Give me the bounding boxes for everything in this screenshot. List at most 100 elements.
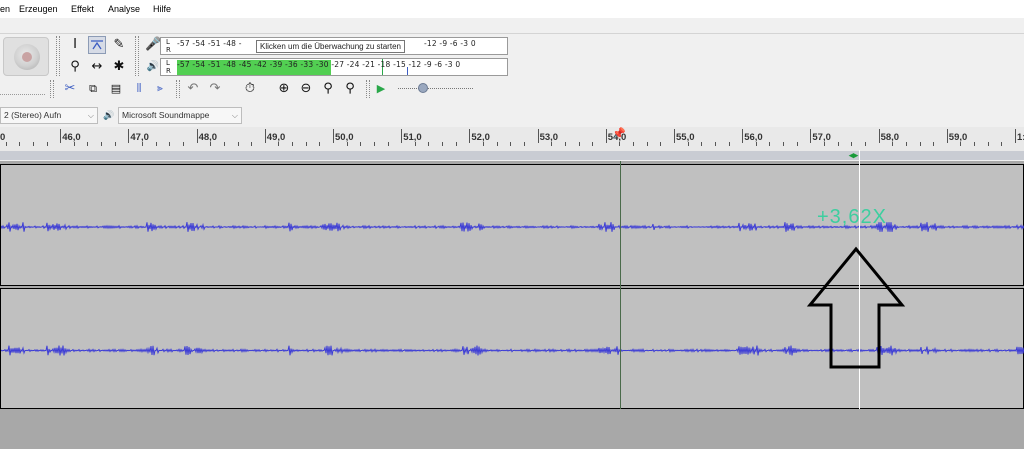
paste-icon[interactable]: ▤ [107, 80, 125, 98]
ruler-minor-tick [237, 142, 239, 146]
ruler-tick-label: 48,0 [198, 132, 218, 143]
ruler-minor-tick [169, 142, 171, 146]
ruler-minor-tick [292, 142, 294, 146]
speaker-icon: 🔊 [103, 111, 115, 121]
draw-tool-icon[interactable]: ✎ [110, 36, 128, 54]
ruler-minor-tick [864, 142, 866, 146]
redo-icon[interactable]: ↷ [206, 80, 224, 98]
ruler-minor-tick [455, 142, 457, 146]
ruler-minor-tick [346, 142, 348, 146]
ruler-minor-tick [974, 142, 976, 146]
channels-value: 2 (Stereo) Aufn [4, 110, 62, 120]
audacity-window: en Erzeugen Effekt Analyse Hilfe I ✎ ⚲ ↔… [0, 0, 1024, 449]
ruler-minor-tick [892, 142, 894, 146]
fit-project-icon[interactable]: ⚲ [341, 80, 359, 98]
ruler-minor-tick [182, 142, 184, 146]
ruler-minor-tick [755, 142, 757, 146]
ruler-major-tick [605, 129, 607, 143]
ruler-minor-tick [851, 142, 853, 146]
record-button[interactable] [3, 37, 49, 76]
ruler-minor-tick [5, 142, 7, 146]
menu-view[interactable]: en [0, 4, 10, 14]
edit-cursor-line [620, 161, 621, 409]
ruler-minor-tick [428, 142, 430, 146]
ruler-minor-tick [905, 142, 907, 146]
ruler-minor-tick [510, 142, 512, 146]
ruler-minor-tick [19, 142, 21, 146]
ruler-minor-tick [414, 142, 416, 146]
toolbar-grip[interactable] [56, 36, 60, 76]
monitor-tooltip: Klicken um die Überwachung zu starten [256, 40, 405, 53]
ruler-minor-tick [592, 142, 594, 146]
scrub-strip[interactable] [0, 151, 1024, 160]
meter-right-label: R [166, 46, 171, 54]
menu-analyze[interactable]: Analyse [108, 4, 140, 14]
sync-lock-icon[interactable]: ⏱ [241, 80, 259, 98]
ruler-major-tick [333, 129, 334, 143]
menu-generate[interactable]: Erzeugen [19, 4, 58, 14]
channels-dropdown[interactable]: 2 (Stereo) Aufn ⌵ [0, 107, 98, 124]
play-speed-label: +3,62X [817, 206, 887, 228]
ruler-major-tick [401, 129, 403, 143]
ruler-minor-tick [646, 142, 648, 146]
ruler-minor-tick [987, 142, 989, 146]
toolbar-grip[interactable] [50, 80, 54, 98]
silence-icon[interactable]: ⫸ [151, 80, 169, 98]
trim-icon[interactable]: ⫼ [130, 80, 148, 98]
multi-tool-icon[interactable]: ✱ [110, 58, 128, 76]
ruler-minor-tick [155, 142, 157, 146]
ruler-minor-tick [714, 142, 716, 146]
ruler-minor-tick [46, 142, 48, 146]
envelope-tool-icon[interactable] [88, 36, 106, 54]
ruler-minor-tick [223, 142, 225, 146]
ruler-minor-tick [769, 142, 771, 146]
undo-icon[interactable]: ↶ [184, 80, 202, 98]
ruler-major-tick [264, 129, 266, 143]
play-speed-slider[interactable] [398, 88, 473, 89]
toolbar-grip[interactable] [366, 80, 370, 98]
record-dot [22, 52, 32, 62]
ruler-major-tick [537, 129, 539, 143]
toolbar-grip[interactable] [135, 36, 139, 76]
ruler-minor-tick [564, 142, 566, 146]
ruler-tick-label: 55,0 [676, 132, 695, 143]
ruler-minor-tick [387, 142, 389, 146]
playback-meter[interactable]: LR -57 -54 -51 -48 -45 -42 -39 -36 -33 -… [160, 58, 508, 76]
volume-slider[interactable] [0, 81, 45, 95]
copy-icon[interactable]: ⧉ [84, 80, 102, 98]
ruler-minor-tick [360, 142, 362, 146]
ruler-minor-tick [483, 142, 485, 146]
play-head-handle-icon[interactable]: ◂▸ [849, 150, 858, 161]
zoom-in-icon[interactable]: ⊕ [275, 80, 293, 98]
toolbar-area: I ✎ ⚲ ↔ ✱ 🎤 🔊 LR -57 -54 -51 -48 - -12 -… [0, 33, 1024, 127]
menu-effect[interactable]: Effekt [71, 4, 94, 14]
menu-help[interactable]: Hilfe [153, 4, 171, 14]
meter-right-label: R [166, 67, 171, 75]
ibeam-tool-icon[interactable]: I [66, 36, 84, 54]
ruler-minor-tick [32, 142, 34, 146]
timeshift-tool-icon[interactable]: ↔ [88, 58, 106, 76]
output-device-value: Microsoft Soundmappe [122, 110, 210, 120]
ruler-minor-tick [919, 142, 921, 146]
ruler-minor-tick [687, 142, 689, 146]
ruler-major-tick [196, 129, 198, 143]
play-speed-thumb[interactable] [418, 83, 428, 93]
toolbar-grip[interactable] [176, 80, 180, 98]
output-device-dropdown[interactable]: Microsoft Soundmappe ⌵ [118, 107, 242, 124]
zoom-tool-icon[interactable]: ⚲ [66, 58, 84, 76]
fit-selection-icon[interactable]: ⚲ [319, 80, 337, 98]
meter-left-label: L [166, 59, 170, 67]
cut-icon[interactable]: ✂ [61, 80, 79, 98]
ruler-minor-tick [496, 142, 498, 146]
ruler-minor-tick [305, 142, 307, 146]
ruler-minor-tick [837, 142, 839, 146]
ruler-minor-tick [960, 142, 962, 146]
zoom-out-icon[interactable]: ⊖ [297, 80, 315, 98]
play-at-speed-icon[interactable]: ▶ [372, 80, 390, 98]
record-meter-scale-tail: -12 -9 -6 -3 0 [424, 39, 476, 48]
ruler-minor-tick [701, 142, 703, 146]
ruler-minor-tick [278, 142, 280, 146]
ruler-minor-tick [373, 142, 375, 146]
ruler-major-tick [674, 129, 675, 143]
ruler-minor-tick [210, 142, 212, 146]
